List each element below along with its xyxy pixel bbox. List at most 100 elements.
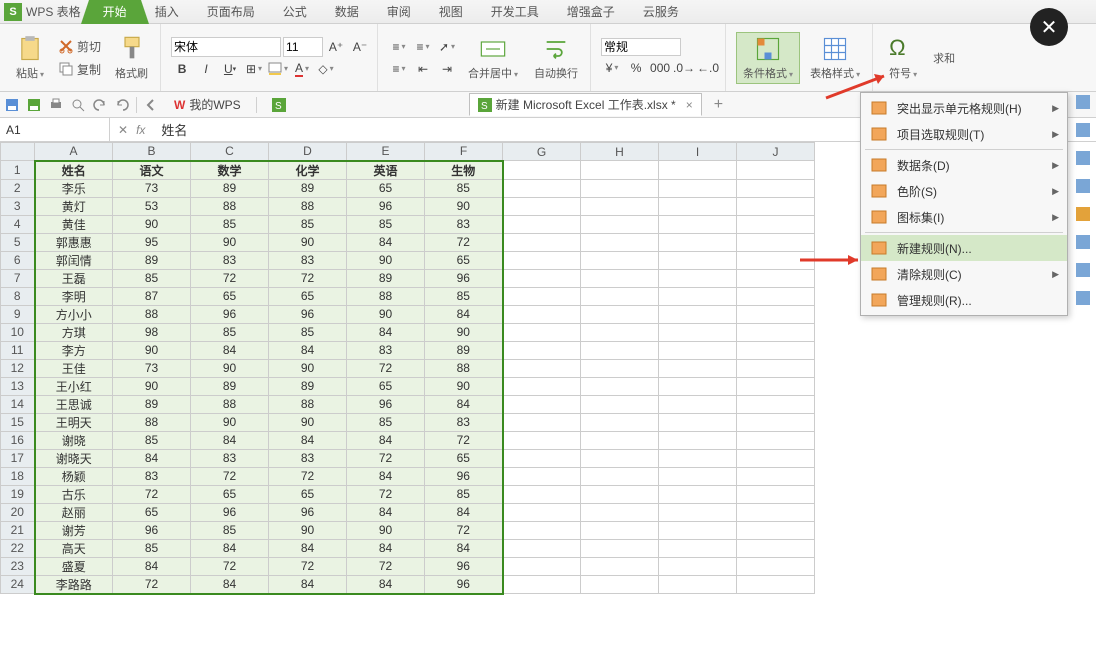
cell[interactable]: 黄灯 xyxy=(35,197,113,215)
cell[interactable] xyxy=(503,557,581,575)
increase-font-icon[interactable]: A⁺ xyxy=(325,37,347,57)
fill-color-button[interactable] xyxy=(267,59,289,79)
cell[interactable]: 87 xyxy=(113,287,191,305)
cell[interactable]: 郭闰情 xyxy=(35,251,113,269)
cell[interactable]: 89 xyxy=(191,179,269,197)
cell[interactable]: 90 xyxy=(191,233,269,251)
cell[interactable] xyxy=(659,503,737,521)
cell[interactable]: 李方 xyxy=(35,341,113,359)
cell[interactable]: 83 xyxy=(269,251,347,269)
close-tab-icon[interactable]: × xyxy=(686,98,693,112)
cell[interactable] xyxy=(503,521,581,539)
new-tab-button[interactable]: + xyxy=(708,96,729,114)
cell[interactable] xyxy=(737,395,815,413)
column-header[interactable]: A xyxy=(35,143,113,161)
align-top-icon[interactable]: ≡ xyxy=(388,37,410,57)
cell[interactable] xyxy=(503,503,581,521)
cell[interactable]: 84 xyxy=(347,431,425,449)
cell[interactable]: 65 xyxy=(191,287,269,305)
cell[interactable]: 90 xyxy=(347,521,425,539)
cell[interactable]: 96 xyxy=(113,521,191,539)
cell[interactable]: 盛夏 xyxy=(35,557,113,575)
cell[interactable]: 85 xyxy=(191,521,269,539)
cell[interactable] xyxy=(581,233,659,251)
ribbon-tab-7[interactable]: 开发工具 xyxy=(477,0,553,24)
ribbon-tab-3[interactable]: 公式 xyxy=(269,0,321,24)
cell[interactable]: 88 xyxy=(425,359,503,377)
increase-indent-icon[interactable]: ⇥ xyxy=(436,59,458,79)
cell[interactable]: 83 xyxy=(113,467,191,485)
cell[interactable]: 90 xyxy=(269,521,347,539)
cell[interactable]: 生物 xyxy=(425,161,503,180)
cell[interactable] xyxy=(503,395,581,413)
cell[interactable] xyxy=(737,467,815,485)
cell[interactable]: 王思诚 xyxy=(35,395,113,413)
cell[interactable] xyxy=(737,359,815,377)
cell[interactable] xyxy=(737,287,815,305)
cell[interactable] xyxy=(737,449,815,467)
font-color-button[interactable]: A xyxy=(291,59,313,79)
side-icon-3[interactable] xyxy=(1074,150,1092,166)
menu-item[interactable]: 色阶(S)▶ xyxy=(861,178,1067,204)
cell[interactable]: 数学 xyxy=(191,161,269,180)
save-icon[interactable] xyxy=(4,97,20,113)
cell[interactable] xyxy=(503,359,581,377)
cell[interactable]: 古乐 xyxy=(35,485,113,503)
cell[interactable] xyxy=(737,215,815,233)
cell[interactable]: 85 xyxy=(191,323,269,341)
cell[interactable] xyxy=(659,377,737,395)
cell[interactable]: 姓名 xyxy=(35,161,113,180)
row-header[interactable]: 16 xyxy=(1,431,35,449)
cell[interactable]: 72 xyxy=(347,449,425,467)
cell[interactable]: 72 xyxy=(347,359,425,377)
cell[interactable]: 89 xyxy=(269,179,347,197)
underline-button[interactable]: U▾ xyxy=(219,59,241,79)
cell[interactable]: 84 xyxy=(191,431,269,449)
cell[interactable]: 方小小 xyxy=(35,305,113,323)
cell[interactable]: 89 xyxy=(425,341,503,359)
cell[interactable]: 89 xyxy=(113,251,191,269)
doc-tab-active[interactable]: S 新建 Microsoft Excel 工作表.xlsx * × xyxy=(469,93,702,116)
decrease-indent-icon[interactable]: ⇤ xyxy=(412,59,434,79)
cell[interactable]: 84 xyxy=(425,503,503,521)
row-header[interactable]: 7 xyxy=(1,269,35,287)
row-header[interactable]: 18 xyxy=(1,467,35,485)
cell[interactable]: 96 xyxy=(191,305,269,323)
cell[interactable]: 72 xyxy=(347,557,425,575)
ribbon-tab-4[interactable]: 数据 xyxy=(321,0,373,24)
cell[interactable]: 88 xyxy=(113,413,191,431)
row-header[interactable]: 14 xyxy=(1,395,35,413)
cell[interactable] xyxy=(737,431,815,449)
cell[interactable] xyxy=(581,341,659,359)
cell[interactable]: 84 xyxy=(347,503,425,521)
cell[interactable] xyxy=(503,215,581,233)
cell[interactable] xyxy=(737,413,815,431)
cell[interactable] xyxy=(659,395,737,413)
cell[interactable] xyxy=(503,575,581,594)
cell[interactable] xyxy=(581,359,659,377)
cell[interactable] xyxy=(581,269,659,287)
cell[interactable]: 李明 xyxy=(35,287,113,305)
cell[interactable]: 85 xyxy=(113,431,191,449)
cell[interactable]: 89 xyxy=(269,377,347,395)
cell[interactable] xyxy=(737,377,815,395)
cell[interactable] xyxy=(581,323,659,341)
cell[interactable]: 90 xyxy=(425,323,503,341)
doc-tab-1[interactable]: S xyxy=(263,95,463,115)
cell[interactable]: 83 xyxy=(425,413,503,431)
cell[interactable] xyxy=(503,269,581,287)
select-all-corner[interactable] xyxy=(1,143,35,161)
cell[interactable] xyxy=(581,521,659,539)
cell[interactable]: 王磊 xyxy=(35,269,113,287)
cell[interactable] xyxy=(659,575,737,594)
cell[interactable] xyxy=(581,305,659,323)
cell[interactable]: 73 xyxy=(113,359,191,377)
cell[interactable] xyxy=(503,179,581,197)
cell[interactable]: 90 xyxy=(191,359,269,377)
cell[interactable]: 90 xyxy=(347,305,425,323)
row-header[interactable]: 24 xyxy=(1,575,35,594)
cell[interactable]: 96 xyxy=(425,575,503,594)
number-format-select[interactable] xyxy=(601,38,681,56)
cell[interactable]: 96 xyxy=(425,269,503,287)
row-header[interactable]: 13 xyxy=(1,377,35,395)
